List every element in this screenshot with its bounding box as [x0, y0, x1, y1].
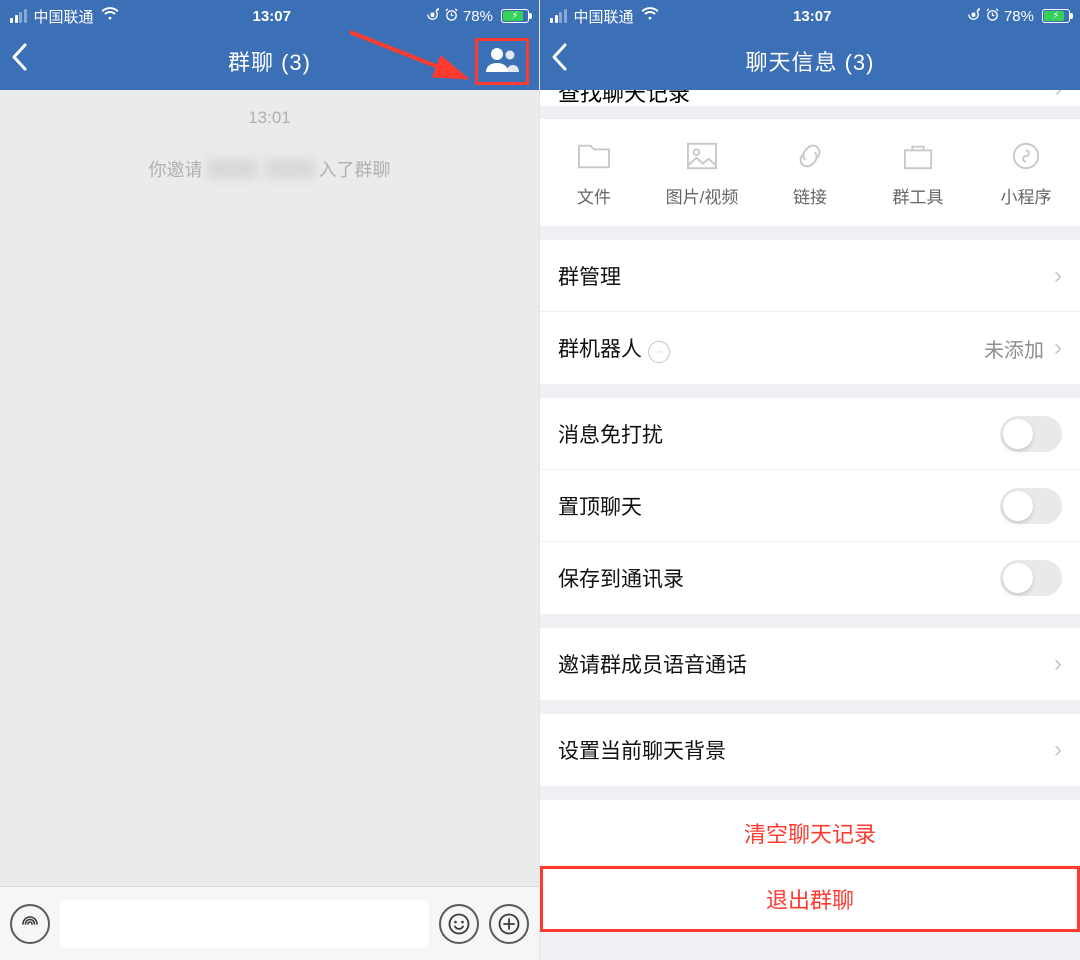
- cell-leave-group-highlighted[interactable]: 退出群聊: [540, 866, 1080, 932]
- chat-body[interactable]: 13:01 你邀请 入了群聊: [0, 90, 539, 886]
- wifi-icon: [101, 7, 119, 25]
- chevron-right-icon: ›: [1054, 262, 1062, 290]
- cell-clear-history[interactable]: 清空聊天记录: [540, 800, 1080, 866]
- cell-group-manage[interactable]: 群管理 ›: [540, 240, 1080, 312]
- battery-pct: 78%: [1004, 8, 1034, 25]
- link-icon: [791, 141, 829, 171]
- alarm-icon: [444, 7, 459, 26]
- chevron-right-icon: ›: [1055, 90, 1062, 102]
- chevron-right-icon: ›: [1054, 334, 1062, 362]
- carrier-label: 中国联通: [34, 6, 94, 27]
- bot-value: 未添加: [984, 334, 1044, 363]
- status-bar-left: 中国联通 13:07 78% ⚡︎: [0, 0, 539, 32]
- image-icon: [683, 141, 721, 171]
- battery-icon: ⚡︎: [1042, 9, 1070, 23]
- people-button-highlighted[interactable]: [475, 38, 529, 85]
- cell-group-bot[interactable]: 群机器人 未添加 ›: [540, 312, 1080, 384]
- media-row: 文件 图片/视频 链接 群工具 小程序: [540, 118, 1080, 226]
- redacted-name: [265, 159, 315, 179]
- emoji-button[interactable]: [439, 904, 479, 944]
- signal-icon: [10, 9, 27, 23]
- chevron-right-icon: ›: [1054, 650, 1062, 678]
- settings-scroll[interactable]: 查找聊天记录 › 文件 图片/视频 链接 群工具 小程序: [540, 90, 1080, 960]
- media-miniprogram[interactable]: 小程序: [972, 141, 1080, 208]
- alarm-icon: [985, 7, 1000, 26]
- battery-icon: ⚡︎: [501, 9, 529, 23]
- wifi-icon: [641, 7, 659, 25]
- people-icon: [484, 45, 520, 73]
- redacted-name: [207, 159, 257, 179]
- briefcase-icon: [899, 141, 937, 171]
- media-links[interactable]: 链接: [756, 141, 864, 208]
- info-title: 聊天信息 (3): [745, 45, 874, 77]
- info-nav: 聊天信息 (3): [540, 32, 1080, 90]
- chat-nav: 群聊 (3): [0, 32, 539, 90]
- cell-voice-invite[interactable]: 邀请群成员语音通话 ›: [540, 628, 1080, 700]
- media-tools[interactable]: 群工具: [864, 141, 972, 208]
- back-button[interactable]: [10, 42, 50, 81]
- chevron-right-icon: ›: [1054, 736, 1062, 764]
- cell-save-contacts[interactable]: 保存到通讯录: [540, 542, 1080, 614]
- message-timestamp: 13:01: [0, 108, 539, 128]
- chat-info-screen: 中国联通 13:07 78% ⚡︎ 聊天信息 (3) 查找聊天记录 ›: [540, 0, 1080, 960]
- cell-dnd[interactable]: 消息免打扰: [540, 398, 1080, 470]
- status-time: 13:07: [253, 8, 291, 25]
- battery-pct: 78%: [463, 8, 493, 25]
- status-time: 13:07: [793, 8, 831, 25]
- media-images[interactable]: 图片/视频: [648, 141, 756, 208]
- chat-screen: 中国联通 13:07 78% ⚡︎ 群聊 (3): [0, 0, 540, 960]
- toggle-pin[interactable]: [1000, 488, 1062, 524]
- cell-pin[interactable]: 置顶聊天: [540, 470, 1080, 542]
- chat-input-bar: [0, 886, 539, 960]
- toggle-dnd[interactable]: [1000, 416, 1062, 452]
- signal-icon: [550, 9, 567, 23]
- status-bar-right: 中国联通 13:07 78% ⚡︎: [540, 0, 1080, 32]
- system-message: 你邀请 入了群聊: [149, 156, 391, 182]
- robot-icon: [648, 341, 670, 363]
- back-button[interactable]: [550, 42, 590, 81]
- carrier-label: 中国联通: [574, 6, 634, 27]
- media-files[interactable]: 文件: [540, 141, 648, 208]
- plus-button[interactable]: [489, 904, 529, 944]
- miniprogram-icon: [1007, 141, 1045, 171]
- cell-set-background[interactable]: 设置当前聊天背景 ›: [540, 714, 1080, 786]
- lock-rotate-icon: [425, 7, 440, 26]
- toggle-save-contacts[interactable]: [1000, 560, 1062, 596]
- message-input[interactable]: [60, 900, 429, 948]
- lock-rotate-icon: [966, 7, 981, 26]
- chat-title: 群聊 (3): [228, 45, 311, 77]
- cell-search-history-peek[interactable]: 查找聊天记录 ›: [540, 90, 1080, 106]
- voice-input-button[interactable]: [10, 904, 50, 944]
- folder-icon: [575, 141, 613, 171]
